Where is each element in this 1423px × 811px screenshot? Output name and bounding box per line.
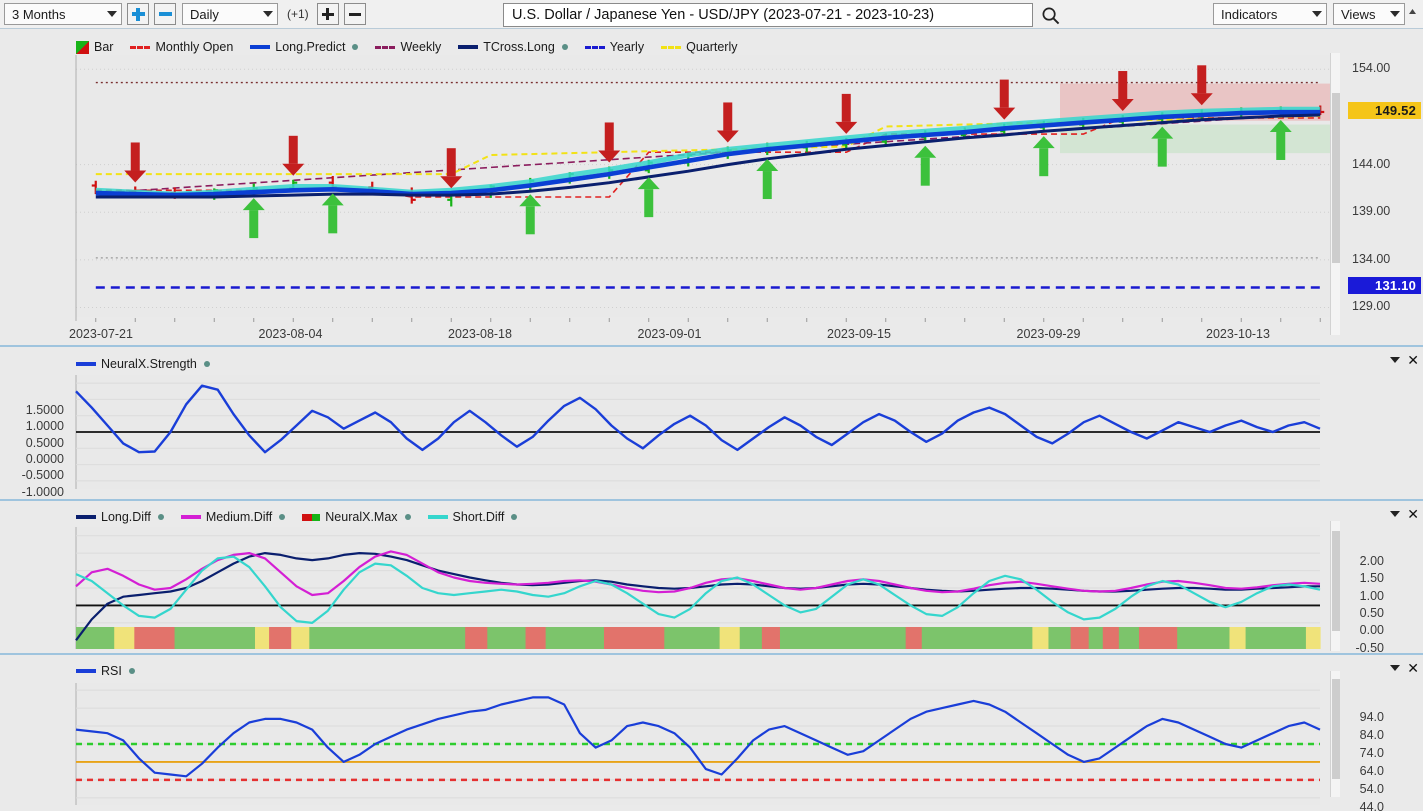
views-select[interactable]: Views: [1333, 3, 1405, 25]
neuralx-max-block: [465, 627, 488, 649]
y-axis-tick: 154.00: [1352, 61, 1391, 76]
y-axis-tick: 1.50: [1359, 571, 1384, 586]
neuralx-max-block: [1102, 627, 1120, 649]
neuralx-max-block: [1048, 627, 1072, 649]
y-axis-tick: 129.00: [1352, 299, 1391, 314]
neuralx-max-block: [1088, 627, 1104, 649]
x-axis-tick: 2023-10-13: [1206, 327, 1270, 341]
y-axis-tick: 1.0000: [25, 419, 64, 434]
y-axis-tick: 1.5000: [25, 403, 64, 418]
neuralx-max-block: [1118, 627, 1140, 649]
neuralx-max-block: [1245, 627, 1307, 649]
indicators-select[interactable]: Indicators: [1213, 3, 1327, 25]
offset-label: (+1): [287, 7, 309, 21]
x-axis-tick: 2023-09-01: [637, 327, 702, 341]
views-select-value: Views: [1341, 6, 1376, 22]
neuralx-max-block: [269, 627, 292, 649]
neuralx-max-block: [114, 627, 135, 649]
neuralx-strength-canvas[interactable]: [0, 347, 1423, 499]
offset-decrease-button[interactable]: [343, 3, 366, 25]
diff-oscillator-canvas[interactable]: [0, 501, 1423, 653]
main-toolbar: 3 Months Daily (+1) Indicators Views: [0, 0, 1423, 29]
x-axis-tick: 2023-09-15: [827, 327, 891, 341]
y-axis-tick: 139.00: [1352, 204, 1391, 219]
neuralx-max-block: [291, 627, 310, 649]
price-chart-canvas[interactable]: [0, 29, 1423, 345]
x-axis-tick: 2023-07-21: [69, 327, 133, 341]
y-axis-tick: 94.0: [1359, 710, 1384, 725]
y-axis-tick: 44.0: [1359, 799, 1384, 811]
indicators-select-value: Indicators: [1221, 6, 1278, 22]
scroll-up-icon[interactable]: [1408, 7, 1417, 21]
diff-oscillator-panel: Long.Diff Medium.Diff NeuralX.Max Short.Dif…: [0, 501, 1423, 672]
price-panel-scrollbar[interactable]: [1330, 53, 1340, 335]
chart-application-window: 3 Months Daily (+1) Indicators Views: [0, 0, 1423, 811]
neuralx-max-block: [255, 627, 270, 649]
range-decrease-button[interactable]: [154, 3, 176, 25]
chevron-down-icon: [263, 11, 273, 17]
neuralx-strength-panel: NeuralX.Strength ✕ 1.5000 1.0000 0.5000 0.0…: [0, 347, 1423, 515]
y-axis-tick: 0.00: [1359, 623, 1384, 638]
rsi-panel-scrollbar[interactable]: [1330, 671, 1340, 797]
price-chart-panel: Bar Monthly Open Long.Predict Weekly TCross.…: [0, 29, 1423, 345]
range-increase-button[interactable]: [127, 3, 149, 25]
y-axis-tick: 1.00: [1359, 588, 1384, 603]
neuralx-max-block: [719, 627, 741, 649]
y-axis-tick: 144.00: [1352, 156, 1391, 171]
y-axis-tick: 84.0: [1359, 728, 1384, 743]
neuralx-max-block: [761, 627, 781, 649]
neuralx-max-block: [603, 627, 665, 649]
neuralx-max-block: [174, 627, 256, 649]
neuralx-max-block: [921, 627, 1033, 649]
neuralx-max-block: [739, 627, 763, 649]
neuralx-max-block: [664, 627, 721, 649]
y-axis-tick: 134.00: [1352, 251, 1391, 266]
y-axis-tick: 54.0: [1359, 781, 1384, 796]
y-axis-tick: -1.0000: [21, 484, 64, 499]
neuralx-max-block: [309, 627, 466, 649]
y-axis-tick: 2.00: [1359, 553, 1384, 568]
symbol-search-input[interactable]: [503, 3, 1033, 27]
range-select[interactable]: 3 Months: [4, 3, 122, 25]
current-price-tag: 149.52: [1348, 101, 1421, 119]
y-axis-tick: 0.5000: [25, 435, 64, 450]
y-axis-tick: 74.0: [1359, 746, 1384, 761]
range-select-value: 3 Months: [12, 6, 66, 22]
x-axis-tick: 2023-08-04: [258, 327, 323, 341]
chevron-down-icon: [1390, 11, 1400, 17]
neuralx-max-block: [1138, 627, 1178, 649]
y-axis-tick: 0.50: [1359, 606, 1384, 620]
neuralx-max-block: [905, 627, 923, 649]
interval-select-value: Daily: [190, 6, 219, 22]
neuralx-max-block: [1032, 627, 1050, 649]
neuralx-max-block: [1305, 627, 1321, 649]
y-axis-tick: 64.0: [1359, 764, 1384, 778]
chevron-down-icon: [1312, 11, 1322, 17]
rsi-panel: RSI ✕ 94.084.074.064.054.044.034.0: [0, 655, 1423, 811]
toolbar-right-group: Indicators Views: [1213, 3, 1417, 25]
chevron-down-icon: [107, 11, 117, 17]
x-axis-tick: 2023-09-29: [1016, 327, 1081, 341]
rsi-chart-canvas[interactable]: [0, 655, 1423, 811]
neuralx-max-block: [134, 627, 176, 649]
neuralx-max-block: [1229, 627, 1247, 649]
offset-increase-button[interactable]: [316, 3, 339, 25]
low-price-tag: 131.10: [1348, 277, 1421, 295]
x-axis-tick: 2023-08-18: [448, 327, 512, 341]
diff-panel-scrollbar[interactable]: [1330, 521, 1340, 651]
y-axis-tick: 0.0000: [25, 452, 64, 466]
neuralx-max-block: [545, 627, 605, 649]
neuralx-max-block: [525, 627, 547, 649]
neuralx-max-block: [1070, 627, 1090, 649]
y-axis-tick: -0.5000: [21, 468, 64, 483]
neuralx-max-block: [76, 627, 115, 649]
neuralx-max-block: [1177, 627, 1231, 649]
interval-select[interactable]: Daily: [182, 3, 278, 25]
search-icon[interactable]: [1041, 6, 1060, 25]
neuralx-max-block: [487, 627, 527, 649]
neuralx-max-block: [779, 627, 907, 649]
symbol-search-group: [503, 3, 1060, 27]
